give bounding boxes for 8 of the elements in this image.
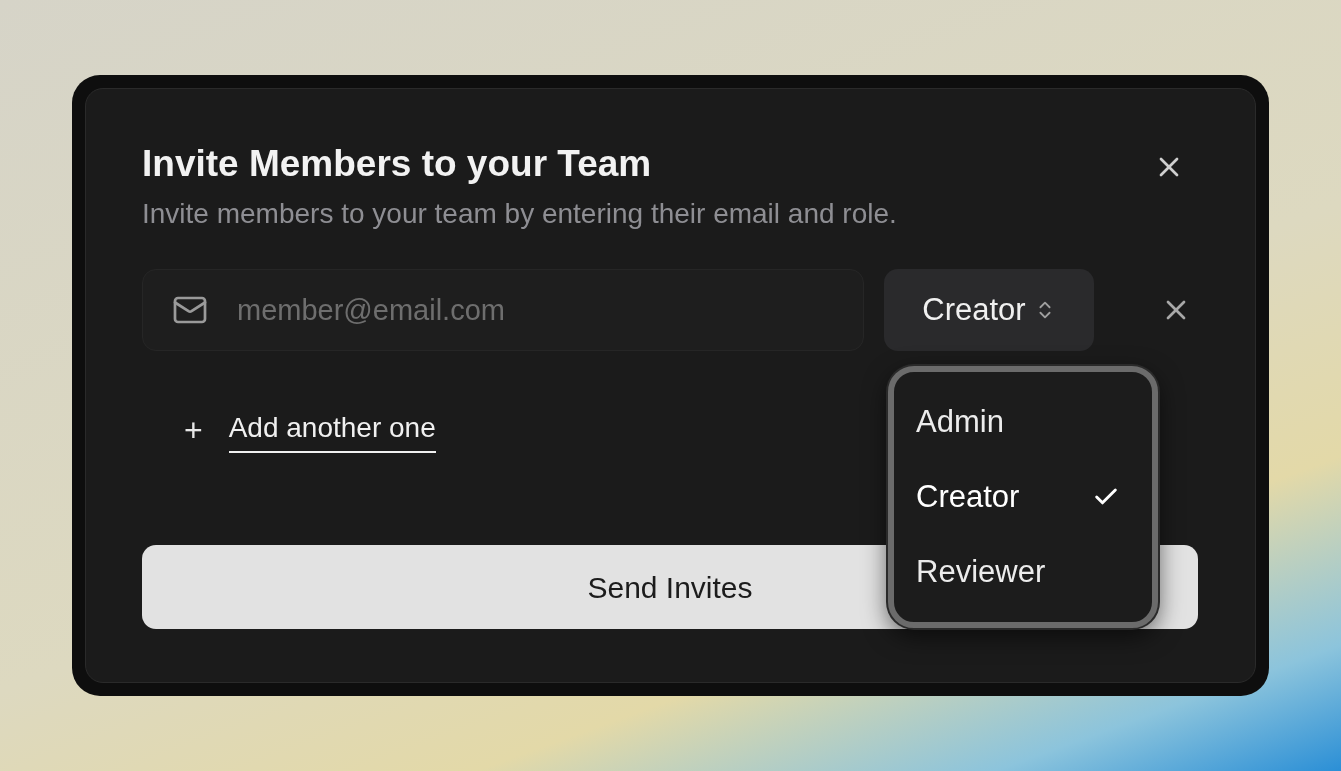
role-select[interactable]: Creator <box>884 269 1094 351</box>
dialog-description: Invite members to your team by entering their email and role. <box>142 197 897 231</box>
plus-icon: + <box>184 414 203 446</box>
add-another-link[interactable]: Add another one <box>228 407 436 453</box>
dialog-title: Invite Members to your Team <box>142 145 653 182</box>
email-field[interactable]: member@email.com <box>142 269 864 351</box>
role-option[interactable]: Creator <box>916 463 1130 531</box>
role-option[interactable]: Admin <box>916 388 1130 456</box>
